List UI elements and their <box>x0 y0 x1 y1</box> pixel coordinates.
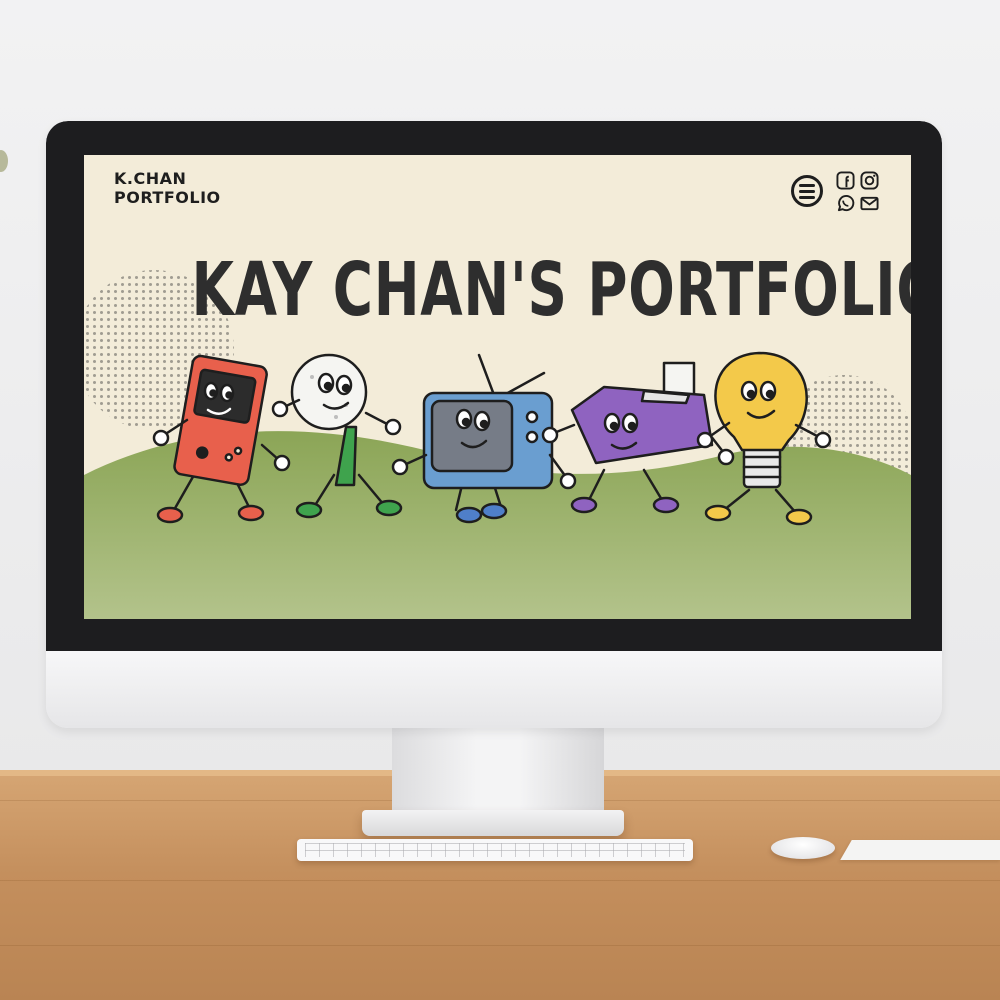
desk-grain <box>0 880 1000 881</box>
golf-ball-mascot <box>271 353 403 519</box>
monitor-stand-neck <box>392 727 604 813</box>
keyboard-keys <box>305 843 685 857</box>
monitor-chin <box>46 651 942 728</box>
handheld-game-console-mascot <box>152 354 291 524</box>
paper-sheet <box>840 840 1000 860</box>
website-screen: K.CHAN PORTFOLIO KAY CHAN'S PORTFOLIO <box>84 155 911 619</box>
monitor-stand-foot <box>362 810 624 836</box>
desk-grain <box>0 945 1000 946</box>
light-bulb-mascot <box>696 351 832 526</box>
mascot-parade <box>152 351 832 526</box>
keyboard <box>297 839 693 861</box>
mouse <box>771 837 835 859</box>
